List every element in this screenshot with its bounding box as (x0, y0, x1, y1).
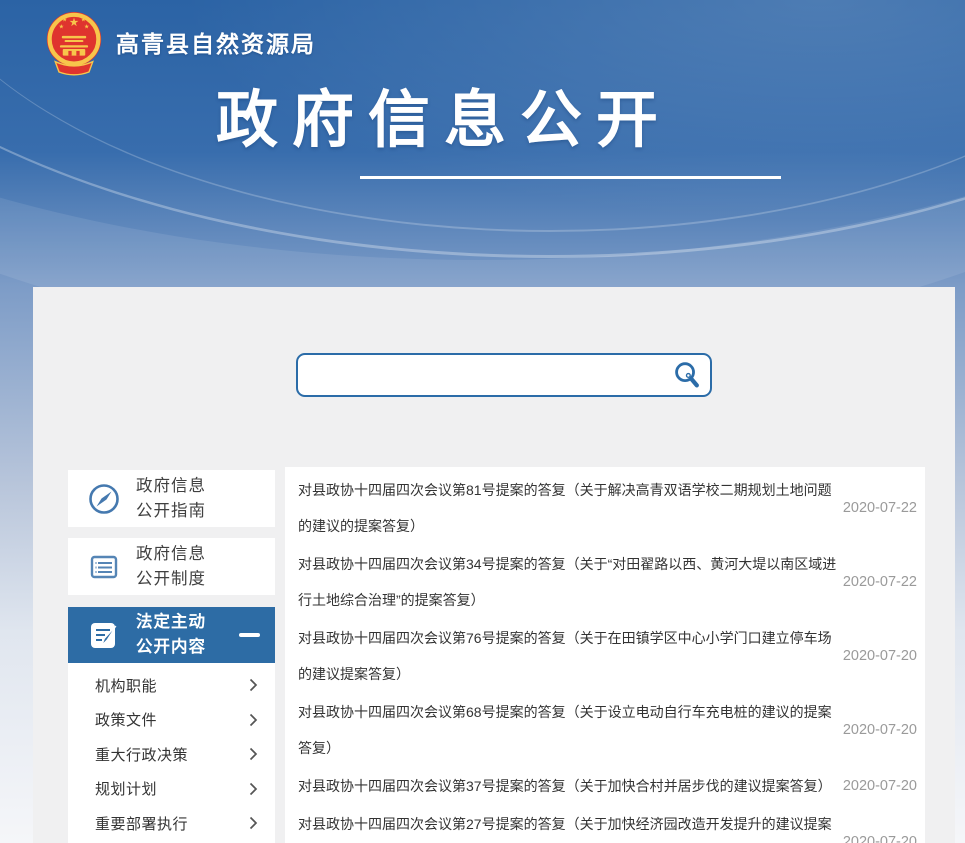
article-list: 对县政协十四届四次会议第81号提案的答复（关于解决高青双语学校二期规划土地问题的… (285, 467, 925, 843)
list-item-date: 2020-07-20 (843, 648, 917, 664)
sidebar-item-label: 法定主动 公开内容 (136, 610, 206, 660)
submenu-item-label: 重大行政决策 (95, 744, 249, 765)
search-input[interactable] (298, 355, 662, 395)
list-item-title[interactable]: 对县政协十四届四次会议第37号提案的答复（关于加快合村并居步伐的建议提案答复） (298, 768, 843, 804)
list-item[interactable]: 对县政协十四届四次会议第68号提案的答复（关于设立电动自行车充电桩的建议的提案答… (298, 694, 917, 766)
chevron-right-icon (249, 782, 258, 796)
sidebar-item-statutory-disclosure[interactable]: 法定主动 公开内容 (68, 607, 275, 663)
list-item-title[interactable]: 对县政协十四届四次会议第27号提案的答复（关于加快经济园改造开发提升的建议提案答… (298, 806, 843, 843)
list-item-title[interactable]: 对县政协十四届四次会议第34号提案的答复（关于“对田翟路以西、黄河大堤以南区域进… (298, 546, 843, 618)
list-item-date: 2020-07-20 (843, 834, 917, 843)
list-item[interactable]: 对县政协十四届四次会议第76号提案的答复（关于在田镇学区中心小学门口建立停车场的… (298, 620, 917, 692)
list-item[interactable]: 对县政协十四届四次会议第81号提案的答复（关于解决高青双语学校二期规划土地问题的… (298, 472, 917, 544)
title-underline (360, 176, 781, 179)
document-list-icon (85, 548, 123, 586)
submenu-item[interactable]: 重要部署执行 (68, 806, 275, 841)
list-item[interactable]: 对县政协十四届四次会议第37号提案的答复（关于加快合村并居步伐的建议提案答复） … (298, 768, 917, 804)
chevron-right-icon (249, 713, 258, 727)
sidebar-submenu: 机构职能 政策文件 重大行政决策 (68, 663, 275, 843)
submenu-item-label: 机构职能 (95, 675, 249, 696)
site-brand[interactable]: 高青县自然资源局 (44, 8, 316, 76)
list-item-date: 2020-07-20 (843, 722, 917, 738)
content-panel: 政府信息 公开指南 政府信息 公开制度 (33, 287, 955, 843)
sidebar-item-open-guide[interactable]: 政府信息 公开指南 (68, 470, 275, 527)
site-name: 高青县自然资源局 (116, 25, 316, 59)
search-button[interactable] (662, 355, 710, 395)
page-background: 高青县自然资源局 政府信息公开 (0, 0, 965, 843)
chevron-right-icon (249, 678, 258, 692)
compass-icon (85, 480, 123, 518)
submenu-item-label: 规划计划 (95, 778, 249, 799)
list-item-title[interactable]: 对县政协十四届四次会议第76号提案的答复（关于在田镇学区中心小学门口建立停车场的… (298, 620, 843, 692)
sidebar-item-label: 政府信息 公开指南 (136, 474, 206, 524)
submenu-item[interactable]: 机构职能 (68, 668, 275, 703)
sidebar: 政府信息 公开指南 政府信息 公开制度 (68, 470, 275, 843)
china-national-emblem-icon (44, 8, 104, 76)
submenu-item-label: 政策文件 (95, 709, 249, 730)
chevron-right-icon (249, 816, 258, 830)
list-item[interactable]: 对县政协十四届四次会议第27号提案的答复（关于加快经济园改造开发提升的建议提案答… (298, 806, 917, 843)
sidebar-item-open-system[interactable]: 政府信息 公开制度 (68, 538, 275, 595)
clipboard-pen-icon (85, 616, 123, 654)
submenu-item[interactable]: 政策文件 (68, 703, 275, 738)
search-icon (670, 359, 702, 391)
minus-icon (239, 633, 260, 637)
sidebar-item-label: 政府信息 公开制度 (136, 542, 206, 592)
submenu-item[interactable]: 规划计划 (68, 772, 275, 807)
list-item-title[interactable]: 对县政协十四届四次会议第68号提案的答复（关于设立电动自行车充电桩的建议的提案答… (298, 694, 843, 766)
submenu-item-label: 重要部署执行 (95, 813, 249, 834)
list-item-date: 2020-07-22 (843, 574, 917, 590)
list-item-date: 2020-07-20 (843, 778, 917, 794)
header-banner: 高青县自然资源局 政府信息公开 (0, 0, 965, 287)
chevron-right-icon (249, 747, 258, 761)
list-item-date: 2020-07-22 (843, 500, 917, 516)
list-item-title[interactable]: 对县政协十四届四次会议第81号提案的答复（关于解决高青双语学校二期规划土地问题的… (298, 472, 843, 544)
list-item[interactable]: 对县政协十四届四次会议第34号提案的答复（关于“对田翟路以西、黄河大堤以南区域进… (298, 546, 917, 618)
search-bar (296, 353, 712, 397)
submenu-item[interactable]: 重大行政决策 (68, 737, 275, 772)
page-title: 政府信息公开 (216, 84, 672, 158)
